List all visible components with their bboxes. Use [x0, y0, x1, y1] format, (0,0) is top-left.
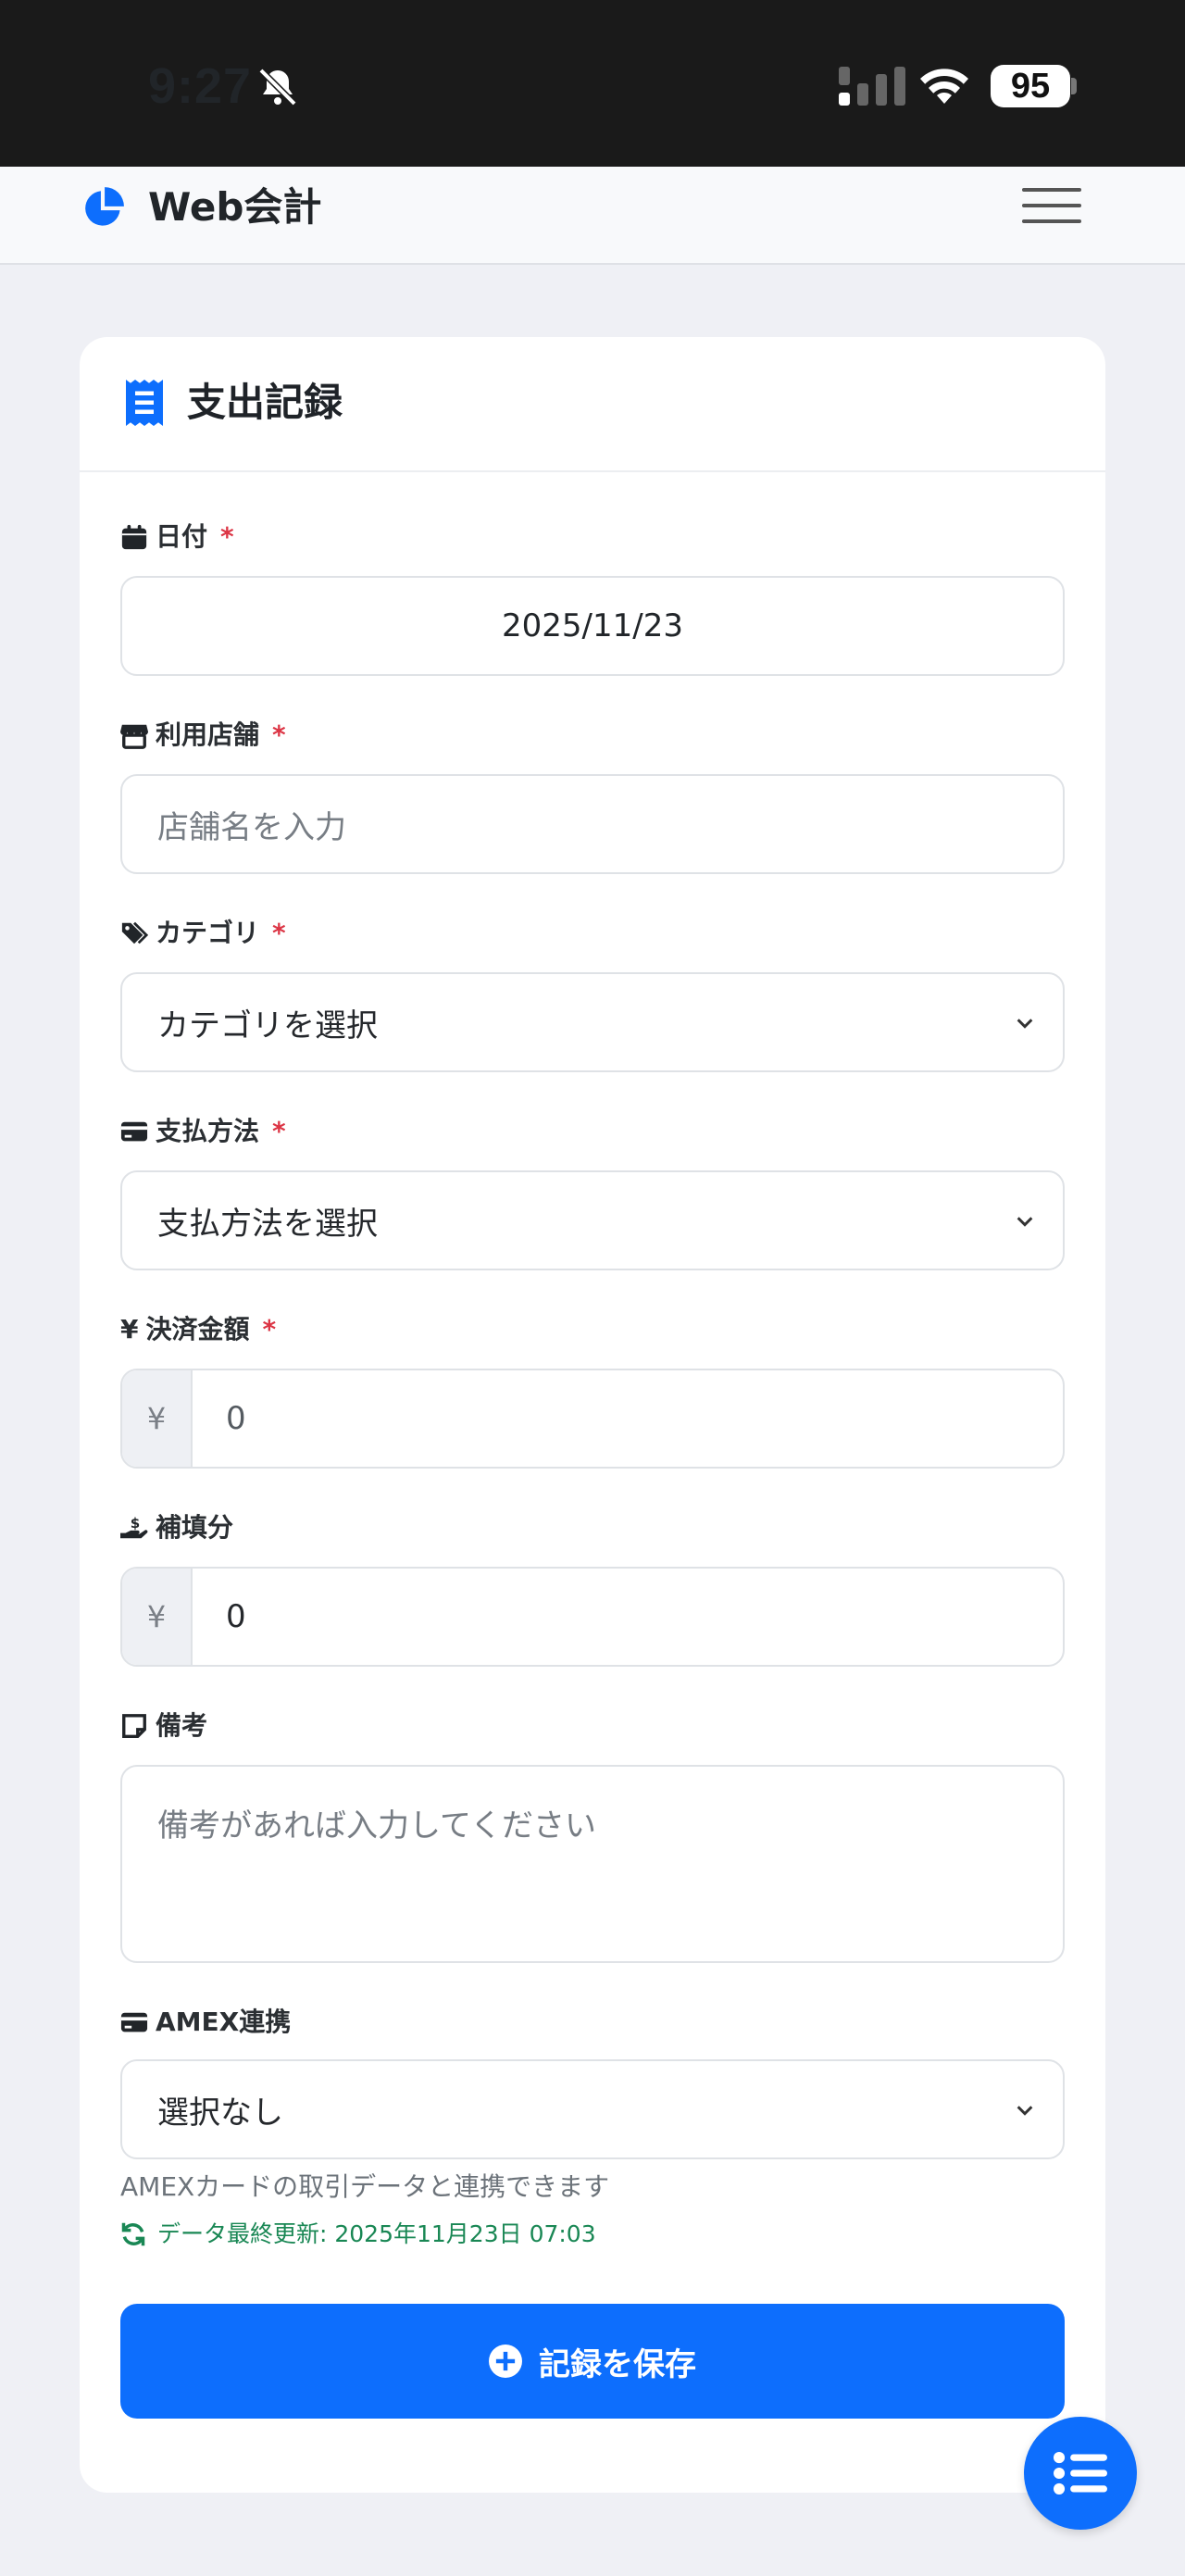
amex-select[interactable]: 選択なし [120, 2059, 1065, 2159]
category-selected-value: カテゴリを選択 [157, 1007, 378, 1044]
chevron-down-icon [1017, 1019, 1033, 1029]
reimbursement-label-text: 補填分 [156, 1512, 234, 1543]
required-mark: * [272, 1116, 286, 1146]
bell-muted-icon [258, 68, 297, 106]
category-label: カテゴリ * [120, 917, 286, 950]
yen-prefix: ¥ [122, 1370, 193, 1467]
category-select[interactable]: カテゴリを選択 [120, 972, 1065, 1072]
notes-textarea[interactable]: 備考があれば入力してください [120, 1765, 1065, 1963]
reimbursement-input-group: ¥ 0 [120, 1567, 1065, 1667]
hamburger-icon-line [1022, 219, 1081, 223]
hamburger-icon-line [1022, 204, 1081, 207]
amount-input-group: ¥ 0 [120, 1369, 1065, 1469]
date-label-text: 日付 [156, 521, 208, 552]
receipt-icon [126, 380, 163, 426]
calendar-icon [121, 524, 147, 550]
signal-icon [839, 67, 905, 106]
required-mark: * [272, 719, 286, 750]
reimbursement-input[interactable]: 0 [193, 1569, 1063, 1665]
reimbursement-label: $ 補填分 [120, 1511, 233, 1544]
tags-icon [121, 921, 148, 944]
payment-label: 支払方法 * [120, 1115, 286, 1148]
sticky-note-icon [122, 1714, 146, 1738]
store-icon [120, 724, 148, 749]
payment-selected-value: 支払方法を選択 [157, 1205, 378, 1243]
notes-label: 備考 [120, 1709, 207, 1743]
notes-label-text: 備考 [156, 1710, 208, 1741]
status-time: 9:27 [148, 58, 253, 114]
record-list-fab[interactable] [1024, 2417, 1137, 2530]
battery-cap [1071, 78, 1077, 94]
amex-selected-value: 選択なし [157, 2094, 283, 2132]
amex-label: AMEX連携 [120, 2006, 291, 2039]
store-label: 利用店舗 * [120, 719, 286, 752]
brand-name[interactable]: Web会計 [148, 181, 321, 233]
category-label-text: カテゴリ [156, 918, 260, 948]
payment-method-select[interactable]: 支払方法を選択 [120, 1170, 1065, 1270]
store-label-text: 利用店舗 [156, 719, 260, 750]
plus-circle-icon [489, 2345, 522, 2378]
amount-label: ¥ 決済金額 * [120, 1313, 276, 1346]
amount-label-text: 決済金額 [145, 1314, 250, 1344]
credit-card-icon [120, 2012, 148, 2032]
sync-icon [121, 2222, 145, 2246]
list-icon [1054, 2452, 1107, 2495]
menu-toggle-button[interactable] [1022, 181, 1081, 231]
battery-indicator: 95 [991, 65, 1070, 107]
chevron-down-icon [1017, 2106, 1033, 2116]
amex-update-text: データ最終更新: 2025年11月23日 07:03 [157, 2220, 596, 2247]
yen-prefix: ¥ [122, 1569, 193, 1665]
pie-chart-icon[interactable] [80, 185, 126, 231]
amount-input[interactable]: 0 [193, 1370, 1063, 1467]
page-title: 支出記録 [187, 380, 343, 425]
hamburger-icon [1022, 188, 1081, 192]
svg-text:$: $ [131, 1515, 140, 1532]
store-input[interactable]: 店舗名を入力 [120, 774, 1065, 874]
date-field[interactable]: 2025/11/23 [120, 576, 1065, 676]
save-record-button[interactable]: 記録を保存 [120, 2304, 1065, 2419]
amex-help-text: AMEXカードの取引データと連携できます [120, 2171, 610, 2202]
amex-label-text: AMEX連携 [156, 2007, 292, 2037]
hand-holding-dollar-icon: $ [120, 1515, 148, 1539]
required-mark: * [272, 918, 286, 948]
required-mark: * [220, 521, 234, 552]
payment-label-text: 支払方法 [156, 1116, 260, 1146]
wifi-icon [920, 69, 968, 104]
save-button-label: 記録を保存 [539, 2345, 696, 2383]
required-mark: * [262, 1314, 277, 1344]
date-label: 日付 * [120, 520, 234, 554]
credit-card-icon [120, 1121, 148, 1142]
chevron-down-icon [1017, 1217, 1033, 1227]
yen-icon: ¥ [120, 1314, 139, 1344]
amex-update-status: データ最終更新: 2025年11月23日 07:03 [120, 2219, 596, 2250]
